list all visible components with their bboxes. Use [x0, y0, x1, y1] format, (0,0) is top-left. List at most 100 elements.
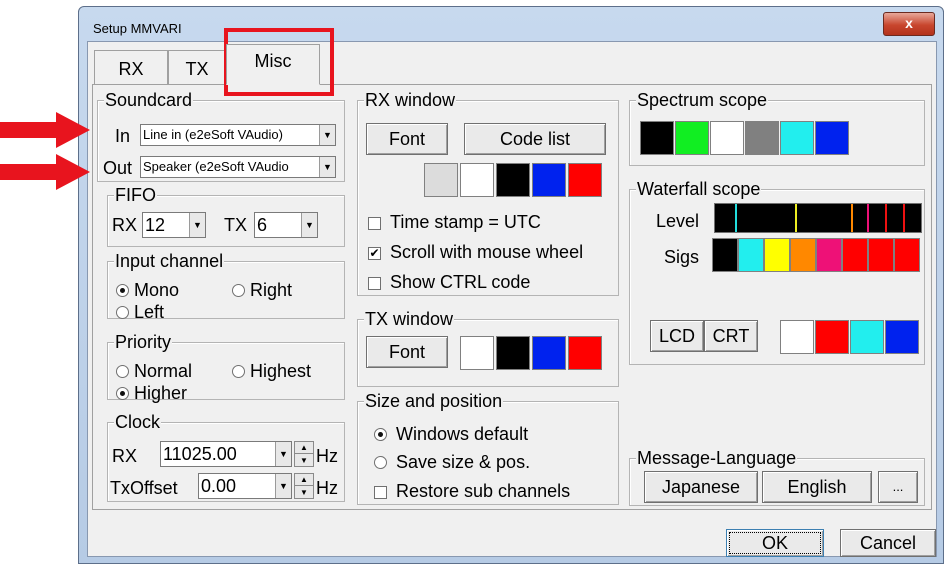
sigs-color-swatch[interactable]: [816, 238, 842, 272]
rx-color-swatch[interactable]: [496, 163, 530, 197]
fifo-rx-select[interactable]: 12 ▼: [142, 212, 206, 238]
soundcard-group: Soundcard In Line in (e2eSoft VAudio) ▼ …: [97, 89, 345, 182]
soundcard-out-select[interactable]: Speaker (e2eSoft VAudio ▼: [140, 156, 336, 178]
checkmark-icon: ✔: [369, 246, 380, 260]
tab-tx[interactable]: TX: [168, 50, 226, 84]
radio-left-label[interactable]: Left: [134, 301, 164, 323]
timestamp-utc-checkbox[interactable]: [368, 217, 381, 230]
cancel-button[interactable]: Cancel: [840, 529, 936, 557]
waterfall-color-swatch[interactable]: [780, 320, 814, 354]
waterfall-color-swatch[interactable]: [850, 320, 884, 354]
spectrum-color-swatch[interactable]: [780, 121, 814, 155]
fifo-tx-select[interactable]: 6 ▼: [254, 212, 318, 238]
chevron-down-icon[interactable]: ▼: [189, 213, 205, 237]
rx-font-button[interactable]: Font: [366, 123, 448, 155]
clock-rx-select[interactable]: 11025.00 ▼: [160, 441, 292, 467]
japanese-button[interactable]: Japanese: [644, 471, 758, 503]
spectrum-color-swatch[interactable]: [675, 121, 709, 155]
timestamp-utc-label[interactable]: Time stamp = UTC: [390, 211, 541, 233]
radio-windows-default-label[interactable]: Windows default: [396, 423, 528, 445]
waterfall-level-label: Level: [656, 211, 700, 231]
spectrum-color-swatch[interactable]: [640, 121, 674, 155]
tx-color-swatch[interactable]: [496, 336, 530, 370]
code-list-button[interactable]: Code list: [464, 123, 606, 155]
close-button[interactable]: x: [883, 12, 935, 36]
spectrum-color-swatch[interactable]: [745, 121, 779, 155]
clock-rx-spinner[interactable]: ▲ ▼: [294, 441, 314, 467]
dialog-client: RX TX Misc Soundcard In Line in (e2eSoft…: [87, 41, 937, 557]
radio-mono[interactable]: [116, 284, 129, 297]
radio-normal-label[interactable]: Normal: [134, 360, 192, 382]
spin-down-icon[interactable]: ▼: [295, 486, 313, 498]
chevron-down-icon[interactable]: ▼: [319, 157, 335, 177]
tab-rx[interactable]: RX: [94, 50, 168, 84]
arrow-right-icon: [0, 154, 90, 190]
fifo-tx-value: 6: [257, 215, 268, 235]
spin-up-icon[interactable]: ▲: [295, 442, 313, 454]
radio-normal[interactable]: [116, 365, 129, 378]
level-mark: [903, 204, 905, 232]
tx-font-button[interactable]: Font: [366, 336, 448, 368]
restore-sub-channels-checkbox[interactable]: [374, 486, 387, 499]
radio-mono-label[interactable]: Mono: [134, 279, 179, 301]
show-ctrl-code-label[interactable]: Show CTRL code: [390, 271, 530, 293]
spin-up-icon[interactable]: ▲: [295, 474, 313, 486]
spectrum-color-swatch[interactable]: [815, 121, 849, 155]
tab-misc[interactable]: Misc: [226, 44, 320, 85]
rx-color-swatch[interactable]: [424, 163, 458, 197]
ok-button[interactable]: OK: [726, 529, 824, 557]
chevron-down-icon[interactable]: ▼: [275, 474, 291, 498]
sigs-color-swatch[interactable]: [738, 238, 764, 272]
waterfall-color-swatch[interactable]: [815, 320, 849, 354]
setup-dialog: Setup MMVARI x RX TX Misc Soundcard In L…: [78, 6, 944, 564]
crt-button[interactable]: CRT: [704, 320, 758, 352]
radio-save-size-label[interactable]: Save size & pos.: [396, 451, 530, 473]
sigs-color-swatch[interactable]: [894, 238, 920, 272]
more-languages-button[interactable]: ...: [878, 471, 918, 503]
soundcard-in-select[interactable]: Line in (e2eSoft VAudio) ▼: [140, 124, 336, 146]
rx-window-label: RX window: [364, 89, 457, 111]
sigs-color-swatch[interactable]: [790, 238, 816, 272]
scroll-wheel-checkbox[interactable]: ✔: [368, 247, 381, 260]
spectrum-color-swatch[interactable]: [710, 121, 744, 155]
clock-txoffset-select[interactable]: 0.00 ▼: [198, 473, 292, 499]
restore-sub-channels-label[interactable]: Restore sub channels: [396, 480, 570, 502]
tx-color-swatch[interactable]: [568, 336, 602, 370]
chevron-down-icon[interactable]: ▼: [301, 213, 317, 237]
soundcard-in-label: In: [115, 126, 131, 146]
chevron-down-icon[interactable]: ▼: [319, 125, 335, 145]
sigs-color-swatch[interactable]: [764, 238, 790, 272]
rx-color-swatch[interactable]: [568, 163, 602, 197]
radio-right-label[interactable]: Right: [250, 279, 292, 301]
radio-save-size[interactable]: [374, 456, 387, 469]
english-button[interactable]: English: [762, 471, 872, 503]
radio-highest-label[interactable]: Highest: [250, 360, 311, 382]
fifo-rx-label: RX: [112, 215, 138, 235]
radio-windows-default[interactable]: [374, 428, 387, 441]
chevron-down-icon[interactable]: ▼: [275, 442, 291, 466]
radio-left[interactable]: [116, 306, 129, 319]
rx-color-swatch[interactable]: [532, 163, 566, 197]
sigs-color-swatch[interactable]: [868, 238, 894, 272]
sigs-color-swatch[interactable]: [842, 238, 868, 272]
radio-right[interactable]: [232, 284, 245, 297]
soundcard-label: Soundcard: [104, 89, 194, 111]
tx-color-swatch[interactable]: [532, 336, 566, 370]
radio-higher[interactable]: [116, 387, 129, 400]
clock-txoffset-spinner[interactable]: ▲ ▼: [294, 473, 314, 499]
scroll-wheel-label[interactable]: Scroll with mouse wheel: [390, 241, 583, 263]
rx-color-swatch[interactable]: [460, 163, 494, 197]
waterfall-color-swatch[interactable]: [885, 320, 919, 354]
tx-color-swatch[interactable]: [460, 336, 494, 370]
show-ctrl-code-checkbox[interactable]: [368, 277, 381, 290]
arrow-right-icon: [0, 112, 90, 148]
spin-down-icon[interactable]: ▼: [295, 454, 313, 466]
waterfall-level-bar[interactable]: [714, 203, 922, 233]
radio-highest[interactable]: [232, 365, 245, 378]
rx-window-group: RX window Font Code list Time stamp = UT…: [357, 89, 619, 296]
sigs-color-swatch[interactable]: [712, 238, 738, 272]
lcd-button[interactable]: LCD: [650, 320, 704, 352]
soundcard-out-value: Speaker (e2eSoft VAudio: [143, 159, 289, 174]
level-mark: [851, 204, 853, 232]
radio-higher-label[interactable]: Higher: [134, 382, 187, 404]
